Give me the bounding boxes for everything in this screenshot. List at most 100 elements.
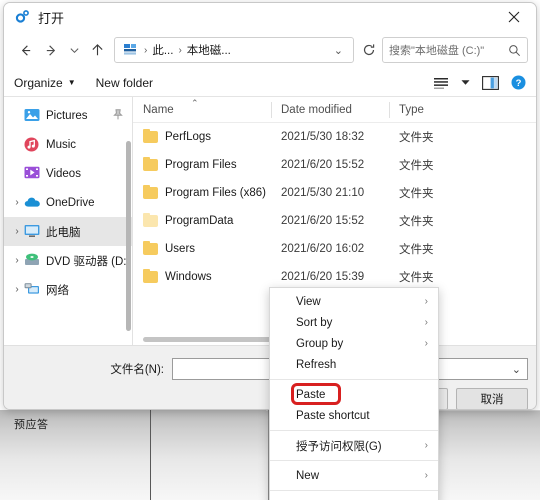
sidebar-item-onedrive[interactable]: › OneDrive	[4, 188, 133, 217]
background-label: 预应答	[14, 416, 49, 432]
menu-separator	[270, 490, 438, 491]
file-name-label: Users	[165, 243, 195, 255]
search-input[interactable]: 搜索"本地磁盘 (C:)"	[389, 42, 508, 58]
menu-separator	[270, 379, 438, 380]
menu-item-group-by[interactable]: Group by ›	[270, 333, 438, 354]
organize-label: Organize	[14, 76, 63, 90]
command-bar: Organize ▼ New folder	[4, 69, 536, 97]
sidebar-label-network: 网络	[46, 282, 69, 298]
file-name-cell: ProgramData	[133, 215, 271, 227]
column-header-date-label: Date modified	[281, 104, 352, 116]
pictures-icon	[24, 108, 42, 124]
search-icon	[508, 44, 521, 57]
sidebar-label-music: Music	[46, 139, 76, 151]
menu-item-paste[interactable]: Paste	[270, 384, 438, 405]
menu-item-paste-label: Paste	[296, 389, 325, 401]
file-name-cell: Windows	[133, 271, 271, 283]
pin-icon[interactable]	[113, 109, 123, 123]
tree-scrollbar-thumb[interactable]	[126, 141, 131, 331]
sidebar-item-videos[interactable]: Videos	[4, 159, 133, 188]
sidebar-item-dvd-drive[interactable]: › DVD 驱动器 (D:)	[4, 246, 133, 275]
column-header-type[interactable]: Type	[389, 97, 469, 123]
refresh-icon[interactable]	[360, 43, 382, 57]
sidebar-label-onedrive: OneDrive	[46, 197, 95, 209]
file-type-cell: 文件夹	[389, 185, 469, 201]
sort-ascending-icon: ⌃	[191, 98, 199, 109]
column-header-name[interactable]: Name ⌃	[133, 97, 271, 123]
help-icon[interactable]: ?	[511, 75, 526, 90]
network-icon	[24, 282, 42, 298]
submenu-arrow-icon: ›	[425, 338, 428, 349]
expand-chevron-icon-onedrive[interactable]: ›	[10, 197, 24, 208]
file-date-cell: 2021/6/20 15:52	[271, 215, 389, 227]
dialog-title: 打开	[38, 8, 64, 27]
folder-icon	[143, 243, 158, 255]
view-caret-down-icon[interactable]	[461, 79, 470, 86]
chevron-down-icon[interactable]: ⌄	[512, 363, 521, 376]
file-date-cell: 2021/6/20 15:39	[271, 271, 389, 283]
expand-chevron-icon-dvd[interactable]: ›	[10, 255, 24, 266]
table-row[interactable]: PerfLogs 2021/5/30 18:32 文件夹	[133, 123, 536, 151]
file-name-cell: Program Files	[133, 159, 271, 171]
context-menu-items: View › Sort by › Group by › Refresh Past…	[270, 291, 438, 500]
sidebar-label-this-pc: 此电脑	[46, 224, 81, 240]
preview-pane-icon[interactable]	[482, 76, 499, 90]
breadcrumb-item-1[interactable]: 此...	[149, 42, 176, 58]
list-view-icon[interactable]	[433, 77, 449, 89]
file-name-label: Program Files (x86)	[165, 187, 266, 199]
sidebar-item-this-pc[interactable]: › 此电脑	[4, 217, 133, 246]
organize-button[interactable]: Organize ▼	[14, 76, 76, 90]
table-row[interactable]: Program Files 2021/6/20 15:52 文件夹	[133, 151, 536, 179]
table-row[interactable]: Program Files (x86) 2021/5/30 21:10 文件夹	[133, 179, 536, 207]
file-date-cell: 2021/5/30 21:10	[271, 187, 389, 199]
file-name-cell: Users	[133, 243, 271, 255]
menu-item-refresh[interactable]: Refresh	[270, 354, 438, 375]
folder-icon	[143, 159, 158, 171]
table-row[interactable]: ProgramData 2021/6/20 15:52 文件夹	[133, 207, 536, 235]
forward-icon[interactable]	[38, 37, 64, 63]
file-type-cell: 文件夹	[389, 157, 469, 173]
file-type-cell: 文件夹	[389, 269, 469, 285]
menu-item-sort-by[interactable]: Sort by ›	[270, 312, 438, 333]
expand-chevron-icon-network[interactable]: ›	[10, 284, 24, 295]
navigation-bar: › 此... › 本地磁... ⌄ 搜索"本地磁盘 (C:)"	[4, 31, 536, 69]
menu-item-grant-access[interactable]: 授予访问权限(G) ›	[270, 435, 438, 456]
column-header-date-modified[interactable]: Date modified	[271, 97, 389, 123]
menu-item-paste-shortcut[interactable]: Paste shortcut	[270, 405, 438, 426]
recent-locations-icon[interactable]	[64, 37, 84, 63]
menu-item-refresh-label: Refresh	[296, 359, 336, 371]
file-type-cell: 文件夹	[389, 213, 469, 229]
up-icon[interactable]	[84, 37, 110, 63]
sidebar-item-music[interactable]: Music	[4, 130, 133, 159]
svg-text:?: ?	[516, 78, 522, 89]
dvd-drive-icon	[24, 253, 42, 269]
sidebar-item-network[interactable]: › 网络	[4, 275, 133, 304]
background-vertical-divider	[150, 410, 151, 500]
screen: 预应答 打开	[0, 0, 540, 500]
column-header-name-label: Name	[143, 104, 174, 116]
file-name-label: Windows	[165, 271, 212, 283]
menu-item-new[interactable]: New ›	[270, 465, 438, 486]
new-folder-label: New folder	[96, 76, 153, 90]
close-button[interactable]	[492, 3, 536, 31]
menu-item-grant-access-label: 授予访问权限(G)	[296, 438, 382, 454]
submenu-arrow-icon: ›	[425, 470, 428, 481]
menu-item-properties[interactable]: Properties	[270, 495, 438, 500]
search-box[interactable]: 搜索"本地磁盘 (C:)"	[382, 37, 528, 63]
computer-icon	[123, 43, 139, 57]
breadcrumb-item-2[interactable]: 本地磁...	[184, 42, 234, 58]
back-icon[interactable]	[12, 37, 38, 63]
file-name-label: PerfLogs	[165, 131, 211, 143]
menu-item-new-label: New	[296, 470, 319, 482]
chevron-down-icon[interactable]: ⌄	[328, 44, 349, 57]
new-folder-button[interactable]: New folder	[96, 76, 153, 90]
cancel-button[interactable]: 取消	[456, 388, 528, 410]
gear-icon	[14, 9, 30, 25]
sidebar-item-pictures[interactable]: Pictures	[4, 101, 133, 130]
expand-chevron-icon-this-pc[interactable]: ›	[10, 226, 24, 237]
address-bar[interactable]: › 此... › 本地磁... ⌄	[114, 37, 354, 63]
tree-scrollbar[interactable]	[125, 141, 132, 331]
menu-item-view[interactable]: View ›	[270, 291, 438, 312]
file-type-cell: 文件夹	[389, 241, 469, 257]
table-row[interactable]: Users 2021/6/20 16:02 文件夹	[133, 235, 536, 263]
